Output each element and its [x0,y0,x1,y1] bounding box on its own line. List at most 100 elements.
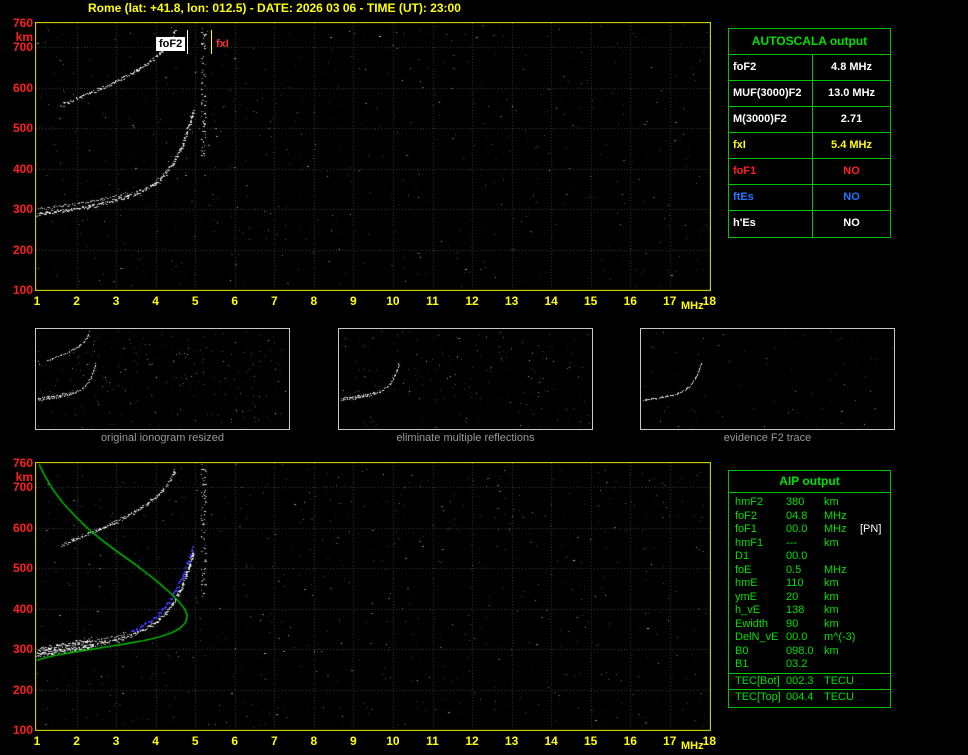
aip-note [860,618,890,632]
aip-value: --- [786,537,824,551]
y-tick-label: 600 [0,521,33,535]
aip-unit: TECU [824,691,860,705]
aip-param: foE [729,564,786,578]
aip-table-rows: hmF2380kmfoF204.8MHzfoF100.0MHz[PN]hmF1-… [729,496,890,705]
x-tick-label: 2 [65,734,89,748]
autoscala-param-value: 2.71 [813,107,890,132]
aip-note [860,675,890,689]
thumbnail-f2-trace-canvas [641,329,894,429]
autoscala-param-label: foF1 [729,159,813,184]
y-tick-label: 400 [0,602,33,616]
x-tick-label: 4 [144,294,168,308]
y-tick-label: 200 [0,683,33,697]
aip-row-deln-ve: DelN_vE00.0m^(-3) [729,631,890,645]
autoscala-param-label: foF2 [729,55,813,80]
autoscala-param-label: h'Es [729,211,813,237]
aip-unit: km [824,618,860,632]
autoscala-row-h-es: h'EsNO [729,211,890,237]
aip-row-hme: hmE110km [729,577,890,591]
aip-param: foF1 [729,523,786,537]
aip-note [860,550,890,564]
aip-unit: MHz [824,523,860,537]
aip-value: 00.0 [786,550,824,564]
restored-ionogram-canvas [35,462,711,731]
y-tick-label: 100 [0,723,33,737]
x-tick-label: 10 [381,734,405,748]
x-tick-label: 12 [460,294,484,308]
aip-value: 00.0 [786,523,824,537]
autoscala-param-label: MUF(3000)F2 [729,81,813,106]
y-tick-label: 300 [0,642,33,656]
x-tick-label: 6 [223,294,247,308]
aip-row-yme: ymE20km [729,591,890,605]
aip-table-title: AIP output [729,471,890,493]
autoscala-row-ftes: ftEsNO [729,185,890,211]
x-tick-label: 9 [341,294,365,308]
y-tick-label: 500 [0,121,33,135]
aip-param: ymE [729,591,786,605]
y-tick-label: 760 [0,456,33,470]
aip-output-table: AIP output hmF2380kmfoF204.8MHzfoF100.0M… [728,470,891,708]
aip-param: Ewidth [729,618,786,632]
aip-row-hmf2: hmF2380km [729,496,890,510]
x-tick-label: 2 [65,294,89,308]
fof2-marker-label: foF2 [156,37,185,51]
aip-row-h-ve: h_vE138km [729,604,890,618]
aip-unit: km [824,591,860,605]
aip-note: [PN] [860,523,890,537]
x-tick-label: 17 [658,734,682,748]
x-tick-label: 10 [381,294,405,308]
aip-note [860,496,890,510]
aip-value: 004.4 [786,691,824,705]
recorded-ionogram-canvas [35,22,711,291]
x-tick-label: 5 [183,294,207,308]
x-tick-label: 13 [500,294,524,308]
thumbnail-f2-trace [640,328,895,430]
aip-note [860,658,890,672]
aip-note [860,577,890,591]
aip-param: hmE [729,577,786,591]
x-tick-label: 15 [579,294,603,308]
aip-value: 138 [786,604,824,618]
x-tick-label: 4 [144,734,168,748]
thumbnail-caption-f2-trace: evidence F2 trace [640,432,895,444]
aip-param: DelN_vE [729,631,786,645]
aip-value: 380 [786,496,824,510]
aip-unit: km [824,604,860,618]
x-tick-label: 14 [539,734,563,748]
aip-value: 0.5 [786,564,824,578]
autoscala-output-table: AUTOSCALA output foF24.8 MHzMUF(3000)F21… [728,28,891,238]
fxi-marker-line [211,30,212,54]
x-tick-label: 16 [618,294,642,308]
x-tick-label: 11 [421,294,445,308]
thumbnail-caption-no-multiples: eliminate multiple reflections [338,432,593,444]
recorded-ionogram-panel: foF2 fxI [35,22,711,291]
x-tick-label: 16 [618,734,642,748]
autoscala-param-value: NO [813,159,890,184]
thumbnail-no-multiples-canvas [339,329,592,429]
autoscala-param-label: fxI [729,133,813,158]
aip-value: 20 [786,591,824,605]
x-tick-label: 3 [104,734,128,748]
aip-row-foe: foE0.5MHz [729,564,890,578]
x-tick-label: 8 [302,294,326,308]
aip-value: 00.0 [786,631,824,645]
mhz-axis-label: MHz [681,300,704,312]
x-tick-label: 15 [579,734,603,748]
aip-note [860,591,890,605]
aip-row-b1: B103.2 [729,658,890,672]
aip-note [860,564,890,578]
x-tick-label: 6 [223,734,247,748]
fxi-marker-label: fxI [216,38,229,50]
y-tick-label: 600 [0,81,33,95]
autoscala-row-fof1: foF1NO [729,159,890,185]
aip-unit: MHz [824,510,860,524]
autoscala-param-value: 5.4 MHz [813,133,890,158]
aip-row-tec-top: TEC[Top]004.4TECU [729,689,890,705]
y-tick-label: 400 [0,162,33,176]
aip-param: TEC[Top] [729,691,786,705]
aip-param: hmF1 [729,537,786,551]
autoscala-param-value: NO [813,211,890,237]
aip-value: 110 [786,577,824,591]
aip-param: B0 [729,645,786,659]
